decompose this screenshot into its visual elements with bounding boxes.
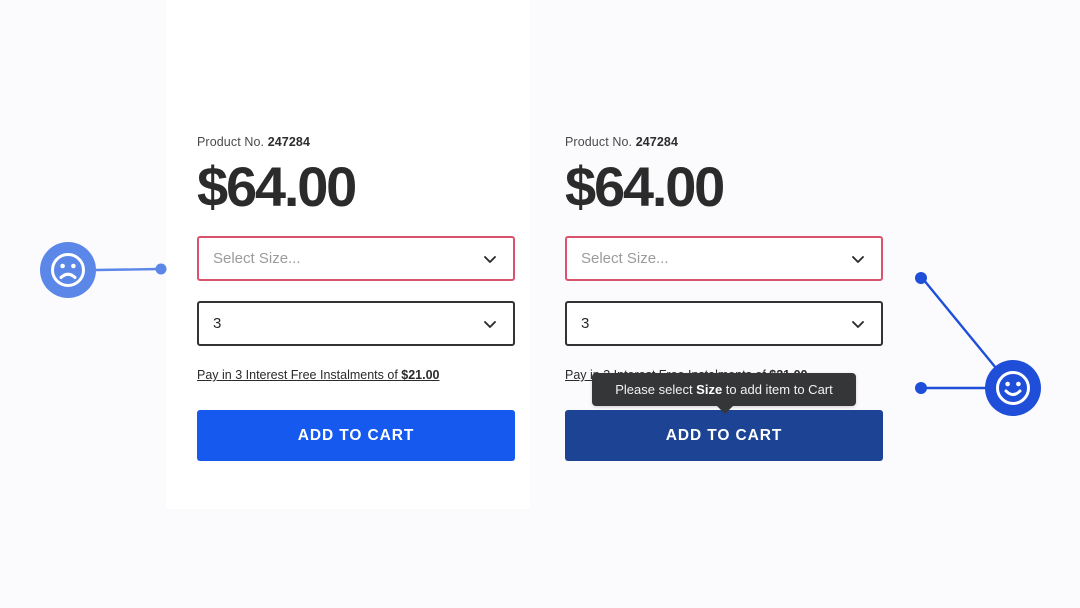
size-select-value-right: Select Size... [581, 250, 669, 267]
instalment-text: Pay in 3 Interest Free Instalments of [197, 368, 402, 382]
tooltip-suffix: to add item to Cart [722, 382, 833, 397]
quantity-select-value-left: 3 [213, 315, 222, 332]
product-sku: 247284 [267, 135, 310, 149]
product-price-left: $64.00 [197, 155, 357, 218]
annotation-connector-happy-diagonal [922, 278, 1006, 380]
size-select-value-left: Select Size... [213, 250, 301, 267]
chevron-down-icon [845, 311, 871, 337]
size-select-left[interactable]: Select Size... [197, 236, 515, 281]
quantity-select-left[interactable]: 3 [197, 301, 515, 346]
frowning-face-icon [40, 242, 96, 298]
size-required-tooltip: Please select Size to add item to Cart [592, 373, 856, 414]
product-number-left: Product No. 247284 [197, 134, 515, 150]
product-price-right: $64.00 [565, 155, 725, 218]
annotation-endpoint-happy-diagonal [915, 272, 927, 284]
annotation-connector-sad [95, 267, 161, 272]
tooltip-prefix: Please select [615, 382, 697, 397]
quantity-select-value-right: 3 [581, 315, 590, 332]
annotation-endpoint-sad [155, 263, 167, 275]
tooltip-text: Please select Size to add item to Cart [615, 383, 833, 396]
smiling-face-icon [985, 360, 1041, 416]
annotation-overlay [95, 263, 1006, 394]
add-to-cart-button-right[interactable]: ADD TO CART [565, 410, 883, 461]
tooltip-emphasis: Size [696, 382, 723, 397]
product-number-label: Product No. [197, 135, 265, 149]
quantity-select-right[interactable]: 3 [565, 301, 883, 346]
product-card-left: Product No. 247284 $64.00 Select Size...… [197, 134, 515, 461]
product-number-right: Product No. 247284 [565, 134, 883, 150]
chevron-down-icon [477, 311, 503, 337]
instalment-amount: $21.00 [401, 368, 440, 382]
instalment-link-left[interactable]: Pay in 3 Interest Free Instalments of $2… [197, 366, 515, 384]
chevron-down-icon [477, 246, 503, 272]
product-sku: 247284 [635, 135, 678, 149]
add-to-cart-button-left[interactable]: ADD TO CART [197, 410, 515, 461]
chevron-down-icon [845, 246, 871, 272]
annotation-endpoint-happy-horizontal [915, 382, 927, 394]
product-number-label: Product No. [565, 135, 633, 149]
size-select-right[interactable]: Select Size... [565, 236, 883, 281]
